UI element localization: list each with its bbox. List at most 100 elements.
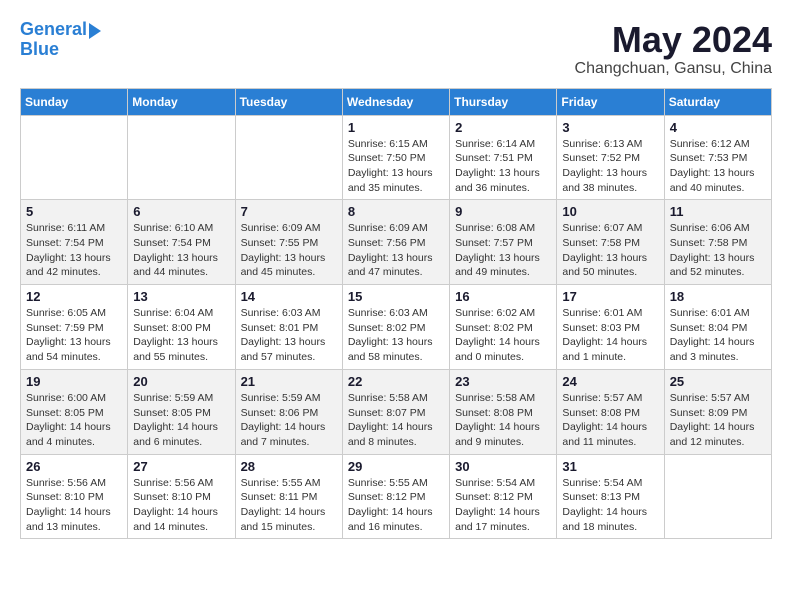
calendar-cell: 12 Sunrise: 6:05 AMSunset: 7:59 PMDayligh… bbox=[21, 285, 128, 370]
calendar-cell: 21 Sunrise: 5:59 AMSunset: 8:06 PMDayligh… bbox=[235, 369, 342, 454]
day-info: Sunrise: 6:10 AMSunset: 7:54 PMDaylight:… bbox=[133, 221, 229, 280]
calendar-cell: 27 Sunrise: 5:56 AMSunset: 8:10 PMDayligh… bbox=[128, 454, 235, 539]
day-info: Sunrise: 6:05 AMSunset: 7:59 PMDaylight:… bbox=[26, 306, 122, 365]
day-info: Sunrise: 5:55 AMSunset: 8:12 PMDaylight:… bbox=[348, 476, 444, 535]
calendar-cell: 31 Sunrise: 5:54 AMSunset: 8:13 PMDayligh… bbox=[557, 454, 664, 539]
weekday-header: Friday bbox=[557, 88, 664, 115]
day-info: Sunrise: 5:55 AMSunset: 8:11 PMDaylight:… bbox=[241, 476, 337, 535]
calendar-week-row: 5Sunrise: 6:11 AMSunset: 7:54 PMDaylight… bbox=[21, 200, 772, 285]
calendar-cell: 2 Sunrise: 6:14 AMSunset: 7:51 PMDaylight… bbox=[450, 115, 557, 200]
day-info: Sunrise: 5:56 AMSunset: 8:10 PMDaylight:… bbox=[133, 476, 229, 535]
day-info: Sunrise: 5:57 AMSunset: 8:08 PMDaylight:… bbox=[562, 391, 658, 450]
day-number: 26 bbox=[26, 459, 122, 474]
day-number: 2 bbox=[455, 120, 551, 135]
weekday-header: Monday bbox=[128, 88, 235, 115]
calendar-cell: 9 Sunrise: 6:08 AMSunset: 7:57 PMDaylight… bbox=[450, 200, 557, 285]
day-info: Sunrise: 6:15 AMSunset: 7:50 PMDaylight:… bbox=[348, 137, 444, 196]
calendar-cell: 25Sunrise: 5:57 AMSunset: 8:09 PMDayligh… bbox=[664, 369, 771, 454]
day-number: 5 bbox=[26, 204, 122, 219]
weekday-header: Sunday bbox=[21, 88, 128, 115]
title-block: May 2024 Changchuan, Gansu, China bbox=[575, 20, 772, 78]
day-info: Sunrise: 5:59 AMSunset: 8:06 PMDaylight:… bbox=[241, 391, 337, 450]
calendar-cell bbox=[128, 115, 235, 200]
day-info: Sunrise: 5:56 AMSunset: 8:10 PMDaylight:… bbox=[26, 476, 122, 535]
day-number: 27 bbox=[133, 459, 229, 474]
day-number: 17 bbox=[562, 289, 658, 304]
day-number: 4 bbox=[670, 120, 766, 135]
logo-arrow-icon bbox=[89, 23, 101, 39]
calendar-cell: 13 Sunrise: 6:04 AMSunset: 8:00 PMDayligh… bbox=[128, 285, 235, 370]
calendar-cell: 1 Sunrise: 6:15 AMSunset: 7:50 PMDaylight… bbox=[342, 115, 449, 200]
day-info: Sunrise: 6:02 AMSunset: 8:02 PMDaylight:… bbox=[455, 306, 551, 365]
month-title: May 2024 bbox=[575, 20, 772, 60]
day-number: 28 bbox=[241, 459, 337, 474]
day-number: 30 bbox=[455, 459, 551, 474]
day-info: Sunrise: 6:12 AMSunset: 7:53 PMDaylight:… bbox=[670, 137, 766, 196]
day-info: Sunrise: 6:01 AMSunset: 8:03 PMDaylight:… bbox=[562, 306, 658, 365]
day-number: 15 bbox=[348, 289, 444, 304]
day-info: Sunrise: 6:14 AMSunset: 7:51 PMDaylight:… bbox=[455, 137, 551, 196]
day-number: 13 bbox=[133, 289, 229, 304]
logo: General Blue bbox=[20, 20, 101, 60]
calendar-cell: 3Sunrise: 6:13 AMSunset: 7:52 PMDaylight… bbox=[557, 115, 664, 200]
logo-text2: Blue bbox=[20, 40, 59, 60]
day-info: Sunrise: 6:08 AMSunset: 7:57 PMDaylight:… bbox=[455, 221, 551, 280]
day-number: 6 bbox=[133, 204, 229, 219]
calendar-cell: 8 Sunrise: 6:09 AMSunset: 7:56 PMDaylight… bbox=[342, 200, 449, 285]
calendar-cell: 15 Sunrise: 6:03 AMSunset: 8:02 PMDayligh… bbox=[342, 285, 449, 370]
day-number: 20 bbox=[133, 374, 229, 389]
calendar-cell bbox=[235, 115, 342, 200]
calendar-cell: 17 Sunrise: 6:01 AMSunset: 8:03 PMDayligh… bbox=[557, 285, 664, 370]
day-number: 9 bbox=[455, 204, 551, 219]
day-number: 25 bbox=[670, 374, 766, 389]
calendar-header-row: SundayMondayTuesdayWednesdayThursdayFrid… bbox=[21, 88, 772, 115]
day-info: Sunrise: 5:59 AMSunset: 8:05 PMDaylight:… bbox=[133, 391, 229, 450]
weekday-header: Saturday bbox=[664, 88, 771, 115]
day-info: Sunrise: 6:07 AMSunset: 7:58 PMDaylight:… bbox=[562, 221, 658, 280]
day-info: Sunrise: 6:04 AMSunset: 8:00 PMDaylight:… bbox=[133, 306, 229, 365]
calendar-week-row: 12 Sunrise: 6:05 AMSunset: 7:59 PMDayligh… bbox=[21, 285, 772, 370]
calendar-week-row: 19Sunrise: 6:00 AMSunset: 8:05 PMDayligh… bbox=[21, 369, 772, 454]
weekday-header: Tuesday bbox=[235, 88, 342, 115]
day-number: 8 bbox=[348, 204, 444, 219]
location: Changchuan, Gansu, China bbox=[575, 60, 772, 78]
day-info: Sunrise: 6:09 AMSunset: 7:56 PMDaylight:… bbox=[348, 221, 444, 280]
calendar-cell: 10 Sunrise: 6:07 AMSunset: 7:58 PMDayligh… bbox=[557, 200, 664, 285]
day-number: 22 bbox=[348, 374, 444, 389]
logo-text: General bbox=[20, 20, 87, 40]
day-number: 24 bbox=[562, 374, 658, 389]
calendar-week-row: 26 Sunrise: 5:56 AMSunset: 8:10 PMDayligh… bbox=[21, 454, 772, 539]
calendar-cell: 18Sunrise: 6:01 AMSunset: 8:04 PMDayligh… bbox=[664, 285, 771, 370]
calendar-cell: 7Sunrise: 6:09 AMSunset: 7:55 PMDaylight… bbox=[235, 200, 342, 285]
day-info: Sunrise: 5:58 AMSunset: 8:08 PMDaylight:… bbox=[455, 391, 551, 450]
day-number: 31 bbox=[562, 459, 658, 474]
calendar-cell bbox=[21, 115, 128, 200]
day-info: Sunrise: 6:03 AMSunset: 8:02 PMDaylight:… bbox=[348, 306, 444, 365]
calendar-cell: 29Sunrise: 5:55 AMSunset: 8:12 PMDayligh… bbox=[342, 454, 449, 539]
calendar-cell bbox=[664, 454, 771, 539]
calendar-cell: 4 Sunrise: 6:12 AMSunset: 7:53 PMDaylight… bbox=[664, 115, 771, 200]
calendar-cell: 28 Sunrise: 5:55 AMSunset: 8:11 PMDayligh… bbox=[235, 454, 342, 539]
day-number: 10 bbox=[562, 204, 658, 219]
calendar-cell: 5Sunrise: 6:11 AMSunset: 7:54 PMDaylight… bbox=[21, 200, 128, 285]
calendar-cell: 11Sunrise: 6:06 AMSunset: 7:58 PMDayligh… bbox=[664, 200, 771, 285]
calendar-cell: 16 Sunrise: 6:02 AMSunset: 8:02 PMDayligh… bbox=[450, 285, 557, 370]
day-number: 21 bbox=[241, 374, 337, 389]
calendar-cell: 23Sunrise: 5:58 AMSunset: 8:08 PMDayligh… bbox=[450, 369, 557, 454]
weekday-header: Thursday bbox=[450, 88, 557, 115]
day-info: Sunrise: 5:54 AMSunset: 8:12 PMDaylight:… bbox=[455, 476, 551, 535]
day-number: 7 bbox=[241, 204, 337, 219]
day-info: Sunrise: 6:06 AMSunset: 7:58 PMDaylight:… bbox=[670, 221, 766, 280]
calendar-cell: 26 Sunrise: 5:56 AMSunset: 8:10 PMDayligh… bbox=[21, 454, 128, 539]
day-number: 16 bbox=[455, 289, 551, 304]
page-header: General Blue May 2024 Changchuan, Gansu,… bbox=[20, 20, 772, 78]
day-number: 1 bbox=[348, 120, 444, 135]
calendar-table: SundayMondayTuesdayWednesdayThursdayFrid… bbox=[20, 88, 772, 540]
day-info: Sunrise: 5:54 AMSunset: 8:13 PMDaylight:… bbox=[562, 476, 658, 535]
calendar-cell: 14Sunrise: 6:03 AMSunset: 8:01 PMDayligh… bbox=[235, 285, 342, 370]
weekday-header: Wednesday bbox=[342, 88, 449, 115]
day-number: 12 bbox=[26, 289, 122, 304]
calendar-cell: 22Sunrise: 5:58 AMSunset: 8:07 PMDayligh… bbox=[342, 369, 449, 454]
calendar-cell: 20 Sunrise: 5:59 AMSunset: 8:05 PMDayligh… bbox=[128, 369, 235, 454]
day-number: 14 bbox=[241, 289, 337, 304]
